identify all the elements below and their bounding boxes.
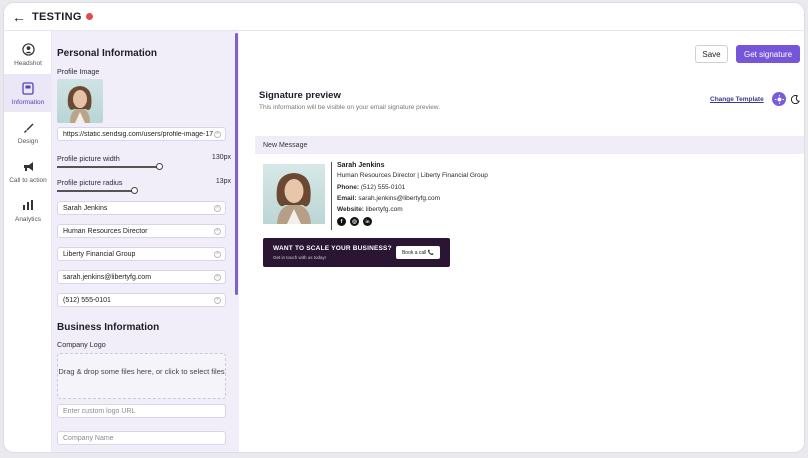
email-value: sarah.jenkins@libertyfg.com xyxy=(63,273,152,281)
logo-url-placeholder: Enter custom logo URL xyxy=(63,407,136,415)
information-form: Personal Information Profile Image https… xyxy=(52,31,239,452)
side-rail: Headshot Information Design Call to acti… xyxy=(4,31,52,452)
signature-title: Human Resources Director | Liberty Finan… xyxy=(337,172,488,179)
picture-radius-label: Profile picture radius xyxy=(57,178,123,187)
save-button[interactable]: Save xyxy=(695,45,728,63)
rail-label-analytics: Analytics xyxy=(14,216,41,223)
logo-url-input[interactable]: Enter custom logo URL xyxy=(57,404,226,418)
brush-icon xyxy=(20,119,36,135)
clear-icon[interactable]: × xyxy=(214,297,221,304)
rail-item-call-to-action[interactable]: Call to action xyxy=(4,152,52,190)
picture-width-label: Profile picture width xyxy=(57,154,120,163)
bar-chart-icon xyxy=(20,197,36,213)
status-dot-icon xyxy=(85,13,93,20)
get-signature-button[interactable]: Get signature xyxy=(736,45,800,63)
top-bar: ← TESTING xyxy=(4,3,804,31)
cta-banner: WANT TO SCALE YOUR BUSINESS? Get in touc… xyxy=(263,238,450,267)
megaphone-icon xyxy=(20,158,36,174)
signature-name: Sarah Jenkins xyxy=(337,162,385,169)
company-logo-label: Company Logo xyxy=(57,340,106,349)
preview-subtitle: This information will be visible on your… xyxy=(259,104,440,111)
sun-icon xyxy=(774,94,784,104)
job-title-value: Human Resources Director xyxy=(63,227,148,235)
clear-icon[interactable]: × xyxy=(214,228,221,235)
email-input[interactable]: sarah.jenkins@libertyfg.com × xyxy=(57,270,226,284)
form-scrollbar[interactable] xyxy=(235,33,238,295)
profile-image-thumbnail[interactable] xyxy=(57,79,103,123)
phone-value: (512) 555-0101 xyxy=(63,296,111,304)
rail-item-design[interactable]: Design xyxy=(4,113,52,151)
id-card-icon xyxy=(20,80,36,96)
clear-icon[interactable]: × xyxy=(214,274,221,281)
signature-divider xyxy=(331,162,332,230)
rail-item-analytics[interactable]: Analytics xyxy=(4,191,52,229)
email-body: Sarah Jenkins Human Resources Director |… xyxy=(255,154,804,452)
clear-icon[interactable]: × xyxy=(214,251,221,258)
change-template-link[interactable]: Change Template xyxy=(710,96,764,103)
signature-website-row: Website: libertyfg.com xyxy=(337,206,403,213)
job-title-input[interactable]: Human Resources Director × xyxy=(57,224,226,238)
app-window: ← TESTING Headshot Information Design Ca… xyxy=(4,3,804,452)
clear-icon[interactable]: × xyxy=(214,205,221,212)
picture-radius-slider-knob[interactable] xyxy=(131,187,138,194)
company-name-placeholder: Company Name xyxy=(63,434,114,442)
rail-label-design: Design xyxy=(17,138,39,145)
business-info-title: Business Information xyxy=(57,322,160,333)
company-name-input[interactable]: Company Name xyxy=(57,431,226,445)
picture-width-value: 130px xyxy=(211,154,231,161)
app-title: TESTING xyxy=(32,10,82,23)
rail-label-call-to-action: Call to action xyxy=(9,177,47,184)
picture-width-slider-knob[interactable] xyxy=(156,163,163,170)
signature-phone-label: Phone: xyxy=(337,184,360,191)
personal-info-title: Personal Information xyxy=(57,48,158,59)
rail-item-headshot[interactable]: Headshot xyxy=(4,35,52,73)
preview-title: Signature preview xyxy=(259,90,341,101)
linkedin-icon[interactable]: in xyxy=(363,217,372,226)
facebook-icon[interactable]: f xyxy=(337,217,346,226)
company-input[interactable]: Liberty Financial Group × xyxy=(57,247,226,261)
signature-phone: (512) 555-0101 xyxy=(360,184,406,191)
instagram-icon[interactable]: ◎ xyxy=(350,217,359,226)
clear-icon[interactable]: × xyxy=(214,131,221,138)
signature-website: libertyfg.com xyxy=(365,206,403,213)
preview-panel: Save Get signature Signature preview Thi… xyxy=(239,31,804,452)
cta-subtext: Get in touch with us today! xyxy=(273,255,327,260)
rail-label-headshot: Headshot xyxy=(14,60,42,67)
signature-phone-row: Phone: (512) 555-0101 xyxy=(337,184,405,191)
signature-website-label: Website: xyxy=(337,206,364,213)
user-circle-icon xyxy=(20,41,36,57)
phone-input[interactable]: (512) 555-0101 × xyxy=(57,293,226,307)
book-call-button[interactable]: Book a call 📞 xyxy=(396,246,440,259)
new-message-bar: New Message xyxy=(255,136,804,154)
moon-icon xyxy=(790,94,800,104)
dark-mode-toggle[interactable] xyxy=(789,93,801,105)
signature-email-label: Email: xyxy=(337,195,357,202)
company-value: Liberty Financial Group xyxy=(63,250,136,258)
back-arrow-icon[interactable]: ← xyxy=(12,9,26,25)
rail-item-information[interactable]: Information xyxy=(4,74,52,112)
light-mode-toggle[interactable] xyxy=(772,92,786,106)
picture-radius-slider[interactable] xyxy=(57,190,132,192)
rail-label-information: Information xyxy=(11,99,45,106)
profile-image-url-input[interactable]: https://static.sendsig.com/users/profile… xyxy=(57,127,226,141)
picture-width-slider[interactable] xyxy=(57,166,157,168)
picture-radius-value: 13px xyxy=(215,178,231,185)
profile-image-url-value: https://static.sendsig.com/users/profile… xyxy=(63,130,213,138)
logo-dropzone[interactable]: Drag & drop some files here, or click to… xyxy=(57,353,226,399)
cta-heading: WANT TO SCALE YOUR BUSINESS? xyxy=(273,245,392,252)
profile-image-label: Profile Image xyxy=(57,67,100,76)
signature-email: sarah.jenkins@libertyfg.com xyxy=(358,195,441,202)
signature-email-row: Email: sarah.jenkins@libertyfg.com xyxy=(337,195,440,202)
signature-photo xyxy=(263,164,325,224)
name-value: Sarah Jenkins xyxy=(63,204,108,212)
name-input[interactable]: Sarah Jenkins × xyxy=(57,201,226,215)
